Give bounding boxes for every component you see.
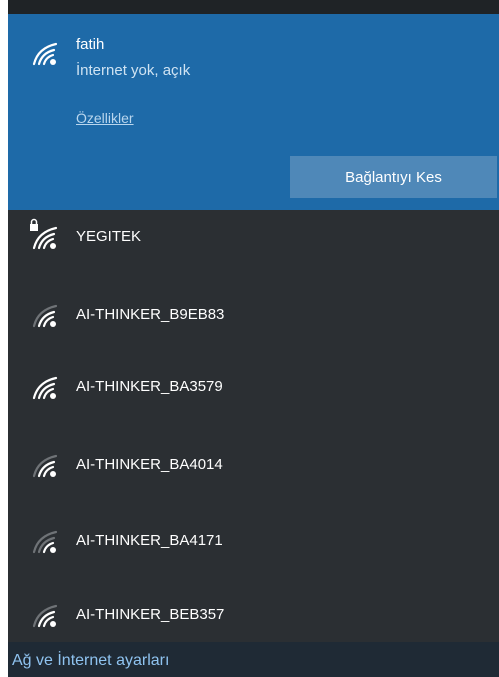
disconnect-button[interactable]: Bağlantıyı Kes <box>290 156 497 198</box>
network-name: AI-THINKER_BA4014 <box>76 456 223 473</box>
connected-network-status: İnternet yok, açık <box>76 62 191 79</box>
wifi-secured-icon <box>32 226 60 255</box>
wifi-icon <box>32 42 60 71</box>
network-item-beb357[interactable]: AI-THINKER_BEB357 <box>8 588 499 644</box>
connected-network-name: fatih <box>76 36 105 53</box>
network-name: AI-THINKER_B9EB83 <box>76 306 225 323</box>
connected-network[interactable]: fatih İnternet yok, açık Özellikler Bağl… <box>8 14 499 210</box>
network-item-ba4014[interactable]: AI-THINKER_BA4014 <box>8 438 499 494</box>
wifi-icon <box>32 530 60 559</box>
network-name: YEGITEK <box>76 228 142 245</box>
network-name: AI-THINKER_BA3579 <box>76 378 223 395</box>
wifi-icon <box>32 604 60 633</box>
wifi-icon <box>32 454 60 483</box>
wifi-icon <box>32 304 60 333</box>
network-name: AI-THINKER_BA4171 <box>76 532 223 549</box>
network-item-ba3579[interactable]: AI-THINKER_BA3579 <box>8 360 499 416</box>
network-item-ba4171[interactable]: AI-THINKER_BA4171 <box>8 514 499 570</box>
network-settings-row: Ağ ve İnternet ayarları <box>8 642 499 677</box>
properties-link[interactable]: Özellikler <box>76 110 134 126</box>
top-divider <box>8 0 499 14</box>
network-settings-link[interactable]: Ağ ve İnternet ayarları <box>12 652 169 670</box>
network-item-b9eb83[interactable]: AI-THINKER_B9EB83 <box>8 288 499 344</box>
wifi-icon <box>32 376 60 405</box>
network-name: AI-THINKER_BEB357 <box>76 606 225 623</box>
wifi-flyout-panel: fatih İnternet yok, açık Özellikler Bağl… <box>8 0 499 677</box>
network-item-yegitek[interactable]: YEGITEK <box>8 210 499 266</box>
